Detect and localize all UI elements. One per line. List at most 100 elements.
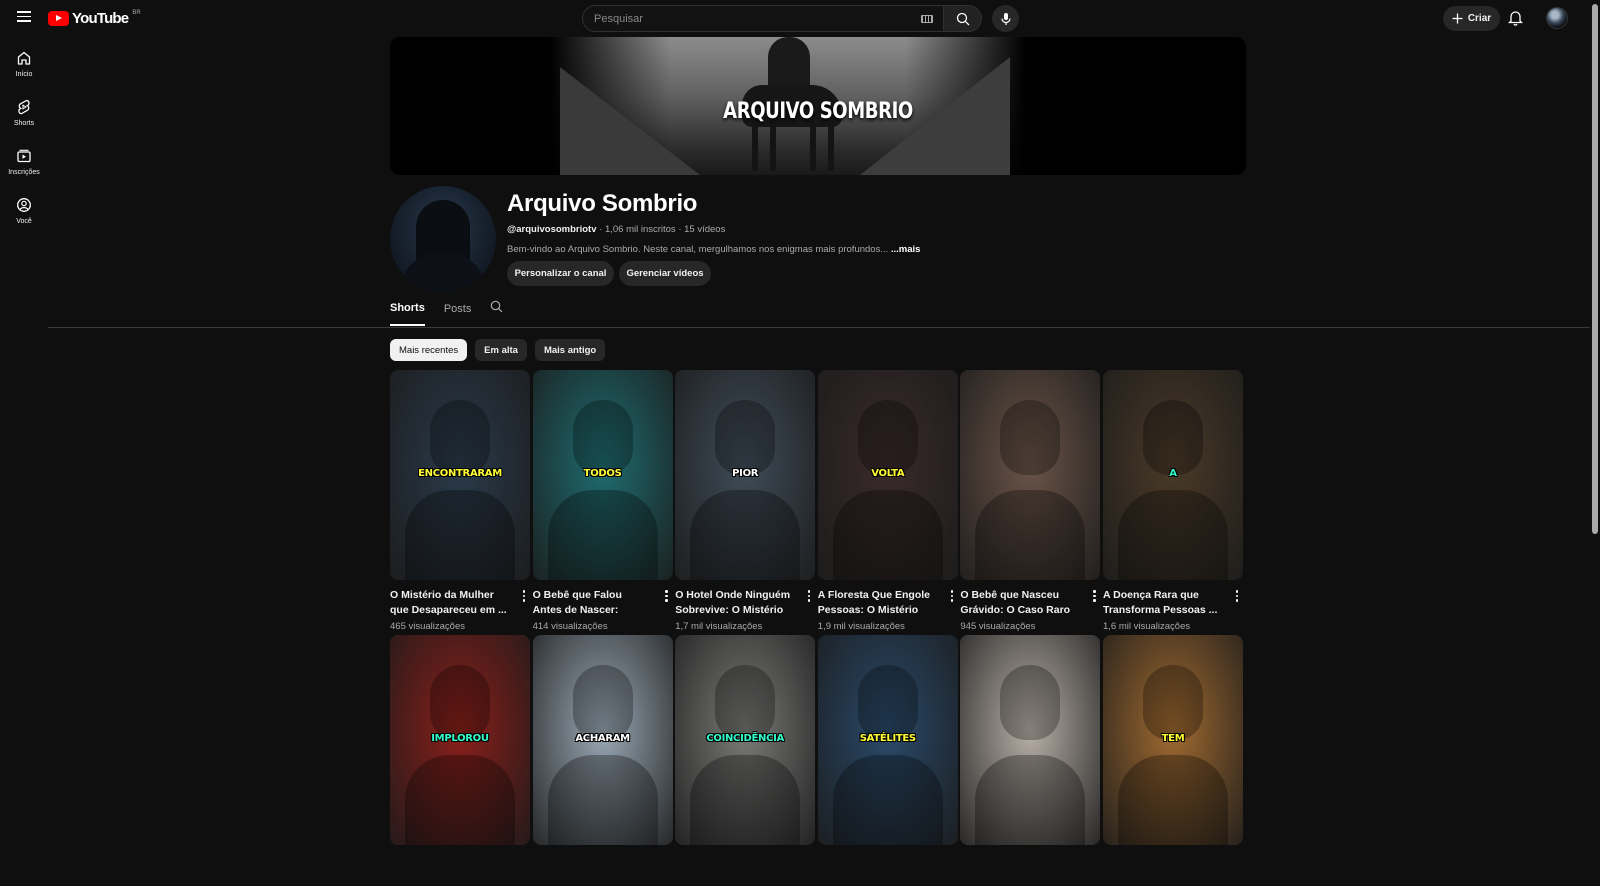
search-icon [956, 12, 969, 25]
thumbnail-caption: PIOR [732, 468, 759, 479]
search-input[interactable] [594, 12, 894, 25]
short-thumbnail[interactable] [960, 370, 1101, 580]
short-thumbnail[interactable]: COINCIDÊNCIA [675, 635, 816, 845]
thumbnail-caption: ACHARAM [575, 733, 630, 744]
account-avatar[interactable] [1546, 7, 1568, 29]
short-thumbnail[interactable]: ACHARAM [532, 635, 673, 845]
notifications-button[interactable] [1507, 9, 1524, 31]
short-card[interactable]: SATÉLITES [817, 635, 958, 886]
sidebar-item-you[interactable]: Você [0, 191, 48, 240]
home-icon [17, 51, 31, 65]
short-card[interactable]: COINCIDÊNCIA [675, 635, 816, 886]
thumbnail-body [690, 755, 801, 845]
short-thumbnail[interactable] [960, 635, 1101, 845]
keyboard-icon[interactable] [921, 15, 933, 23]
more-options-icon[interactable] [661, 589, 673, 603]
short-views: 1,7 mil visualizações [675, 621, 763, 632]
youtube-logo[interactable]: YouTube BR [48, 10, 141, 27]
thumbnail-figure [1143, 400, 1203, 475]
short-thumbnail[interactable]: SATÉLITES [817, 635, 958, 845]
more-options-icon[interactable] [803, 589, 815, 603]
short-card[interactable]: O Bebê que Nasceu Grávido: O Caso Raro .… [960, 370, 1101, 632]
short-card[interactable]: ENCONTRARAM O Mistério da Mulher que Desa… [390, 370, 530, 632]
more-options-icon[interactable] [946, 589, 958, 603]
short-views: 945 visualizações [960, 621, 1036, 632]
channel-banner: ARQUIVO SOMBRIO [390, 37, 1246, 175]
chip-oldest[interactable]: Mais antigo [534, 339, 606, 361]
more-options-icon[interactable] [518, 589, 530, 603]
thumbnail-body [547, 490, 658, 580]
thumbnail-figure [430, 400, 490, 475]
short-thumbnail[interactable]: TEM [1103, 635, 1243, 845]
sidebar-item-home[interactable]: Início [0, 44, 48, 93]
youtube-play-icon [48, 11, 69, 26]
thumbnail-body [405, 755, 515, 845]
tab-posts[interactable]: Posts [444, 303, 472, 325]
you-icon [17, 198, 31, 212]
short-title[interactable] [533, 853, 651, 883]
sidebar: Início Shorts Inscrições Você [0, 44, 48, 240]
short-title[interactable]: O Bebê que Nasceu Grávido: O Caso Raro .… [960, 588, 1078, 618]
create-label: Criar [1467, 13, 1492, 24]
channel-description[interactable]: Bem-vindo ao Arquivo Sombrio. Neste cana… [507, 244, 920, 255]
short-card[interactable]: IMPLOROU [390, 635, 530, 886]
logo-text: YouTube [72, 10, 129, 27]
sidebar-item-label: Shorts [13, 120, 35, 127]
customize-channel-button[interactable]: Personalizar o canal [507, 261, 614, 286]
short-thumbnail[interactable]: VOLTA [817, 370, 958, 580]
more-options-icon[interactable] [1231, 589, 1243, 603]
voice-search-button[interactable] [992, 5, 1019, 32]
short-title[interactable] [818, 853, 936, 883]
short-thumbnail[interactable]: PIOR [675, 370, 816, 580]
more-options-icon[interactable] [1088, 589, 1100, 603]
short-card[interactable]: A A Doença Rara que Transforma Pessoas ..… [1103, 370, 1243, 632]
short-title[interactable]: O Mistério da Mulher que Desapareceu em … [390, 588, 508, 618]
create-button[interactable]: Criar [1443, 6, 1500, 31]
short-thumbnail[interactable]: IMPLOROU [390, 635, 530, 845]
channel-stats: · 1,06 mil inscritos · 15 vídeos [596, 224, 726, 235]
short-title[interactable]: A Doença Rara que Transforma Pessoas ... [1103, 588, 1221, 618]
short-title[interactable]: O Bebê que Falou Antes de Nascer: Mistér… [533, 588, 651, 618]
thumbnail-body [832, 490, 943, 580]
short-title[interactable]: A Floresta Que Engole Pessoas: O Mistéri… [818, 588, 936, 618]
manage-videos-button[interactable]: Gerenciar vídeos [619, 261, 711, 286]
short-card[interactable]: TODOS O Bebê que Falou Antes de Nascer: M… [532, 370, 673, 632]
thumbnail-figure [715, 665, 776, 740]
thumbnail-body [1118, 490, 1228, 580]
short-title[interactable]: O Hotel Onde Ninguém Sobrevive: O Mistér… [675, 588, 793, 618]
chip-popular[interactable]: Em alta [475, 339, 527, 361]
sidebar-item-shorts[interactable]: Shorts [0, 93, 48, 142]
more-link[interactable]: ...mais [891, 244, 921, 255]
thumbnail-caption: SATÉLITES [859, 733, 916, 744]
short-card[interactable]: VOLTA A Floresta Que Engole Pessoas: O Mi… [817, 370, 958, 632]
horse-leg [752, 121, 758, 171]
short-title[interactable] [1103, 853, 1221, 883]
short-card[interactable]: PIOR O Hotel Onde Ninguém Sobrevive: O Mi… [675, 370, 816, 632]
sidebar-item-subscriptions[interactable]: Inscrições [0, 142, 48, 191]
search-button[interactable] [944, 5, 982, 32]
chip-latest[interactable]: Mais recentes [390, 339, 468, 361]
sidebar-item-label: Início [15, 71, 33, 78]
thumbnail-figure [1143, 665, 1203, 740]
thumbnail-figure [1000, 665, 1061, 740]
short-title[interactable] [390, 853, 508, 883]
bell-icon [1507, 11, 1524, 26]
thumbnail-caption: ENCONTRARAM [418, 468, 502, 479]
short-thumbnail[interactable]: A [1103, 370, 1243, 580]
tab-shorts[interactable]: Shorts [390, 302, 425, 326]
short-card[interactable] [960, 635, 1101, 886]
page-scrollbar[interactable] [1590, 0, 1600, 796]
short-thumbnail[interactable]: TODOS [532, 370, 673, 580]
short-card[interactable]: TEM [1103, 635, 1243, 886]
short-thumbnail[interactable]: ENCONTRARAM [390, 370, 530, 580]
channel-search-button[interactable] [490, 300, 503, 318]
short-title[interactable] [960, 853, 1078, 883]
thumbnail-figure [572, 400, 633, 475]
short-title[interactable] [675, 853, 793, 883]
menu-icon[interactable] [12, 8, 36, 28]
short-card[interactable]: ACHARAM [532, 635, 673, 886]
channel-avatar[interactable] [390, 186, 496, 292]
banner-title: ARQUIVO SOMBRIO [723, 99, 913, 124]
thumbnail-body [547, 755, 658, 845]
scrollbar-thumb[interactable] [1592, 4, 1598, 534]
